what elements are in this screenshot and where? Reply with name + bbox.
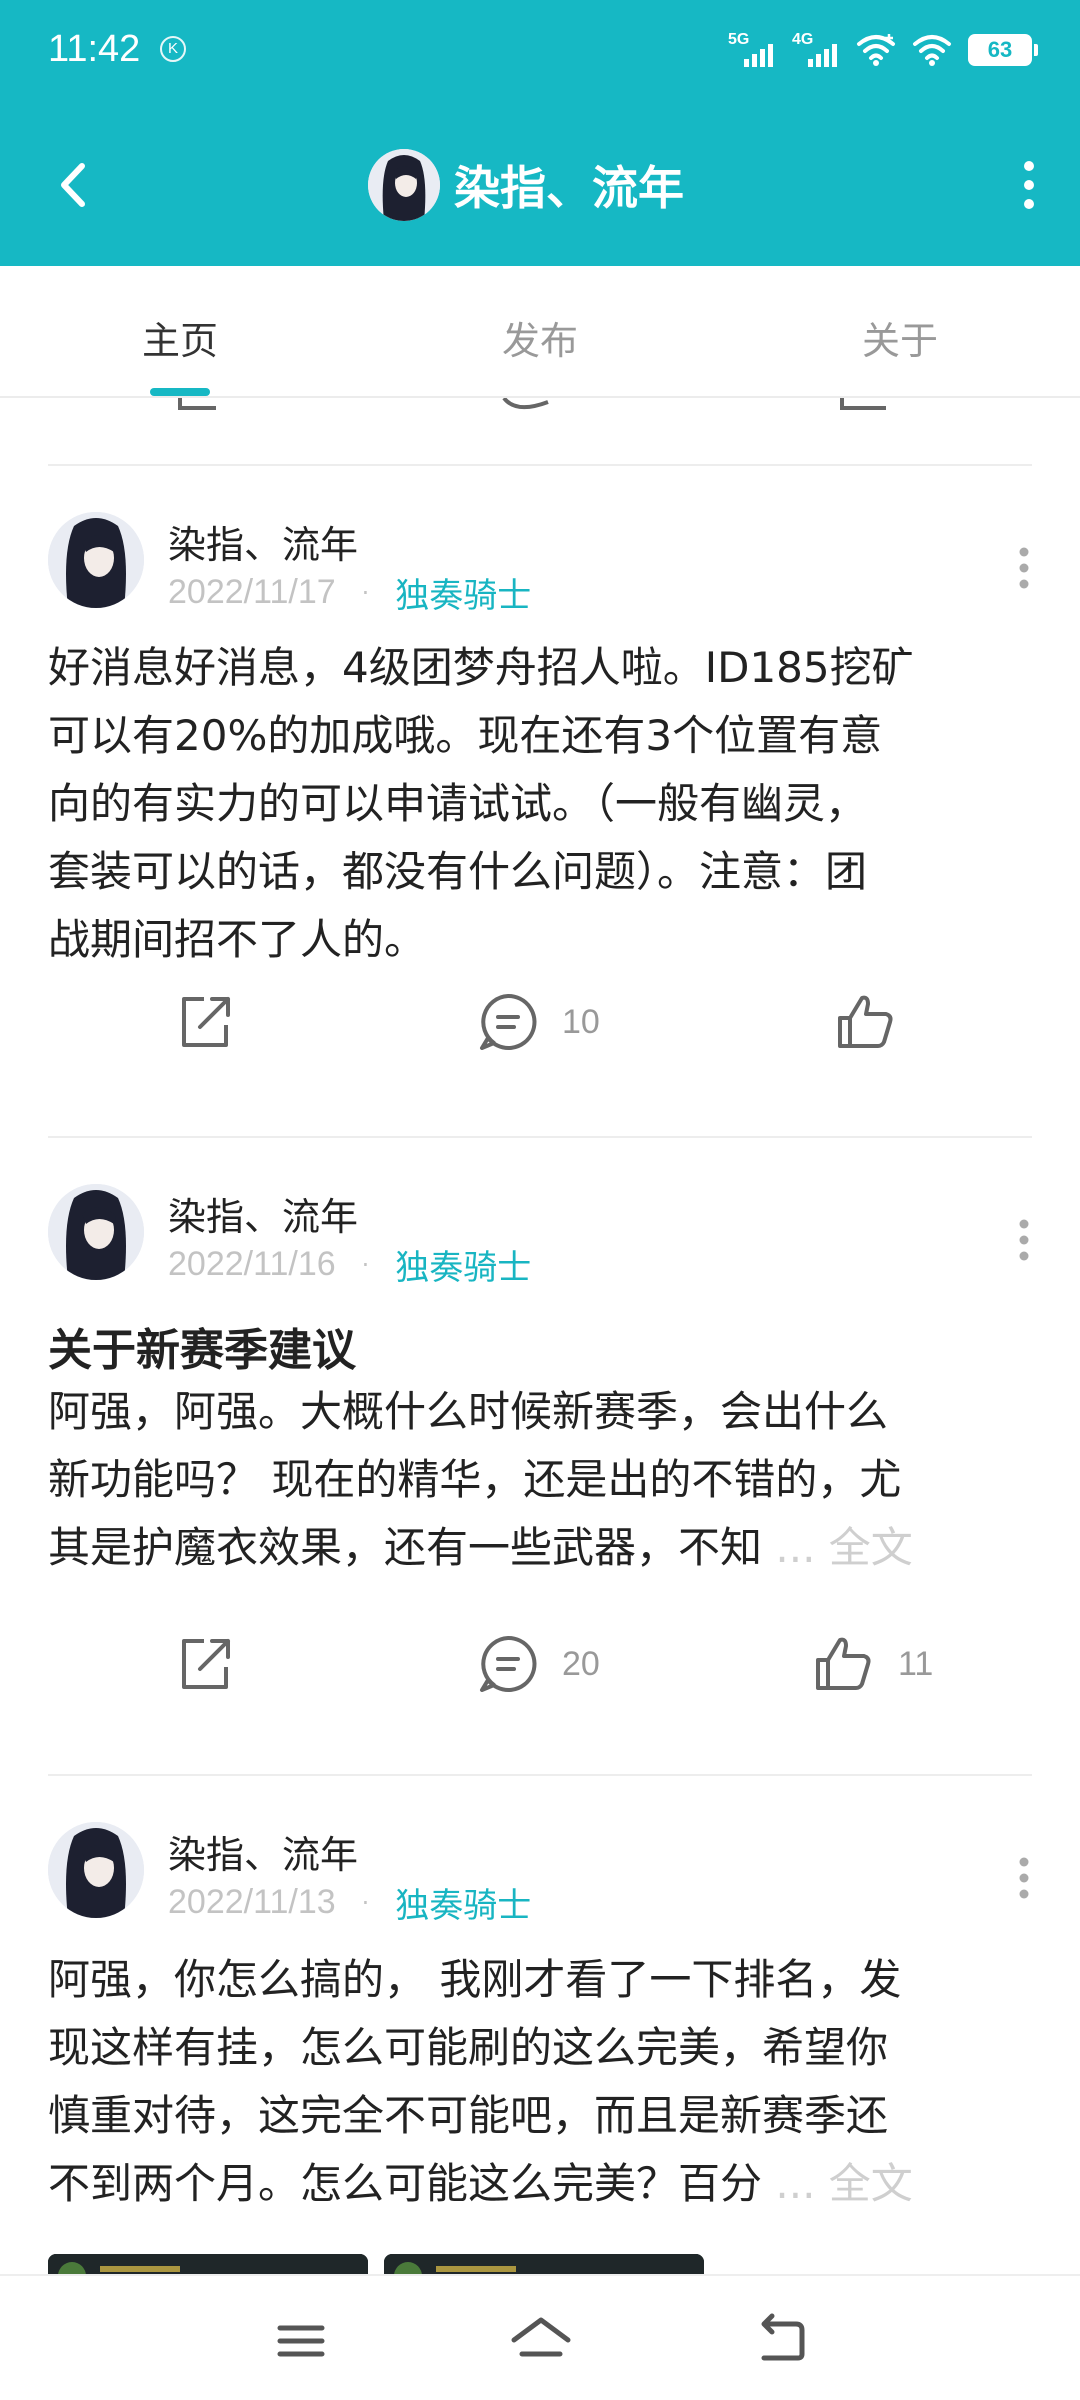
post-body-line: 不到两个月。怎么可能这么完美？百分 ... 全文 — [48, 2150, 1038, 2218]
post-author[interactable]: 染指、流年 — [168, 1186, 358, 1241]
profile-title[interactable]: 染指、流年 — [368, 146, 684, 224]
post-card[interactable]: 染指、流年 2022/11/17 · 独奏骑士 好消息好消息，4级团梦舟招人啦。… — [0, 466, 1080, 1134]
comment-count: 20 — [562, 1644, 600, 1683]
post-body-line: 向的有实力的可以申请试试。（一般有幽灵， — [48, 779, 868, 828]
comment-button[interactable]: 10 — [476, 982, 600, 1062]
post-meta: 2022/11/13 · 独奏骑士 — [168, 1878, 531, 1927]
system-navigation-bar — [0, 2274, 1080, 2400]
tab-posts[interactable]: 发布 — [360, 266, 720, 396]
more-vertical-icon[interactable] — [1004, 1210, 1044, 1270]
more-vertical-icon[interactable] — [1004, 538, 1044, 598]
post-tag[interactable]: 独奏骑士 — [395, 1240, 531, 1289]
like-icon — [838, 995, 893, 1048]
post-body-text: 不到两个月。怎么可能这么完美？百分 — [48, 2159, 763, 2208]
share-button[interactable] — [174, 1624, 236, 1704]
comment-icon — [480, 993, 537, 1050]
battery-indicator: 63 — [968, 34, 1038, 66]
tab-home[interactable]: 主页 — [0, 266, 360, 396]
post-author[interactable]: 染指、流年 — [168, 514, 358, 569]
comment-icon — [480, 1635, 537, 1692]
post-body-line: 阿强，你怎么搞的， 我刚才看了一下排名，发 — [48, 1955, 902, 2004]
page-title: 染指、流年 — [454, 161, 684, 215]
status-icons: 5G 4G 63 — [728, 28, 1038, 72]
post-body-line: 其是护魔衣效果，还有一些武器，不知 ... 全文 — [48, 1514, 1038, 1582]
share-icon — [182, 997, 230, 1047]
post-card[interactable]: 染指、流年 2022/11/13 · 独奏骑士 阿强，你怎么搞的， 我刚才看了一… — [0, 1776, 1080, 2274]
meta-separator: · — [361, 578, 370, 607]
avatar — [368, 149, 440, 221]
post-body[interactable]: 阿强，阿强。大概什么时候新赛季，会出什么 新功能吗？ 现在的精华，还是出的不错的… — [48, 1378, 1038, 1582]
post-actions: 20 11 — [0, 1624, 1080, 1704]
like-button[interactable]: 11 — [812, 1624, 933, 1704]
like-count: 11 — [898, 1644, 934, 1683]
post-meta: 2022/11/17 · 独奏骑士 — [168, 568, 531, 617]
status-time: 11:42 — [48, 28, 141, 70]
status-bar: 11:42 K 5G 4G 63 — [0, 0, 1080, 100]
back-icon[interactable] — [746, 2306, 816, 2376]
comment-count: 10 — [562, 1002, 600, 1041]
meta-separator: · — [361, 1250, 370, 1279]
wifi-icon — [913, 35, 951, 66]
app-header: 11:42 K 5G 4G 63 染指、流年 — [0, 0, 1080, 266]
meta-separator: · — [361, 1888, 370, 1917]
signal-5g-icon: 5G — [728, 31, 776, 67]
post-body-text: 其是护魔衣效果，还有一些武器，不知 — [48, 1523, 763, 1572]
post-body-line: 战期间招不了人的。 — [48, 915, 427, 964]
comment-icon[interactable] — [496, 398, 556, 414]
tab-about[interactable]: 关于 — [720, 266, 1080, 396]
post-author[interactable]: 染指、流年 — [168, 1824, 358, 1879]
like-icon — [816, 1637, 871, 1690]
post-body-line: 新功能吗？ 现在的精华，还是出的不错的，尤 — [48, 1455, 902, 1504]
post-image[interactable] — [48, 2254, 368, 2274]
menu-icon[interactable] — [266, 2306, 336, 2376]
post-body[interactable]: 好消息好消息，4级团梦舟招人啦。ID185挖矿 可以有20%的加成哦。现在还有3… — [48, 634, 1038, 974]
post-date: 2022/11/16 — [168, 1245, 336, 1283]
wifi-plus-icon — [857, 34, 895, 66]
post-actions: 10 — [0, 982, 1080, 1062]
share-icon[interactable] — [176, 398, 226, 414]
ellipsis: ... — [775, 1523, 829, 1572]
post-image[interactable] — [384, 2254, 704, 2274]
post-body-line: 阿强，阿强。大概什么时候新赛季，会出什么 — [48, 1387, 889, 1436]
full-text-link[interactable]: 全文 — [829, 2159, 913, 2208]
post-body[interactable]: 阿强，你怎么搞的， 我刚才看了一下排名，发 现这样有挂，怎么可能刷的这么完美，希… — [48, 1946, 1038, 2218]
signal-4g-icon: 4G — [792, 31, 840, 67]
ellipsis: ... — [775, 2159, 829, 2208]
post-body-line: 套装可以的话，都没有什么问题）。注意：团 — [48, 847, 868, 896]
avatar[interactable] — [48, 1184, 144, 1280]
post-title[interactable]: 关于新赛季建议 — [48, 1314, 356, 1378]
post-feed[interactable]: 染指、流年 2022/11/17 · 独奏骑士 好消息好消息，4级团梦舟招人啦。… — [0, 398, 1080, 2274]
post-body-line: 现这样有挂，怎么可能刷的这么完美，希望你 — [48, 2023, 889, 2072]
post-card[interactable]: 染指、流年 2022/11/16 · 独奏骑士 关于新赛季建议 阿强，阿强。大概… — [0, 1138, 1080, 1774]
post-body-line: 慎重对待，这完全不可能吧，而且是新赛季还 — [48, 2091, 889, 2140]
share-icon — [182, 1639, 230, 1689]
k-badge-icon: K — [160, 36, 186, 62]
post-tag[interactable]: 独奏骑士 — [395, 1878, 531, 1927]
more-vertical-icon[interactable] — [1004, 1848, 1044, 1908]
comment-button[interactable]: 20 — [476, 1624, 600, 1704]
profile-tabs: 主页 发布 关于 — [0, 266, 1080, 398]
navigation-bar: 染指、流年 — [0, 130, 1080, 240]
post-meta: 2022/11/16 · 独奏骑士 — [168, 1240, 531, 1289]
avatar[interactable] — [48, 512, 144, 608]
like-icon[interactable] — [838, 398, 894, 414]
post-body-line: 可以有20%的加成哦。现在还有3个位置有意 — [48, 711, 883, 760]
post-date: 2022/11/13 — [168, 1883, 336, 1921]
back-arrow-icon[interactable] — [40, 150, 110, 220]
like-button[interactable] — [834, 982, 920, 1062]
post-images — [48, 2254, 704, 2274]
post-tag[interactable]: 独奏骑士 — [395, 568, 531, 617]
full-text-link[interactable]: 全文 — [829, 1523, 913, 1572]
post-date: 2022/11/17 — [168, 573, 336, 611]
previous-post-actions — [0, 398, 1080, 414]
post-body-line: 好消息好消息，4级团梦舟招人啦。ID185挖矿 — [48, 643, 914, 692]
share-button[interactable] — [174, 982, 236, 1062]
avatar[interactable] — [48, 1822, 144, 1918]
home-icon[interactable] — [506, 2306, 576, 2376]
more-vertical-icon[interactable] — [1004, 150, 1054, 220]
